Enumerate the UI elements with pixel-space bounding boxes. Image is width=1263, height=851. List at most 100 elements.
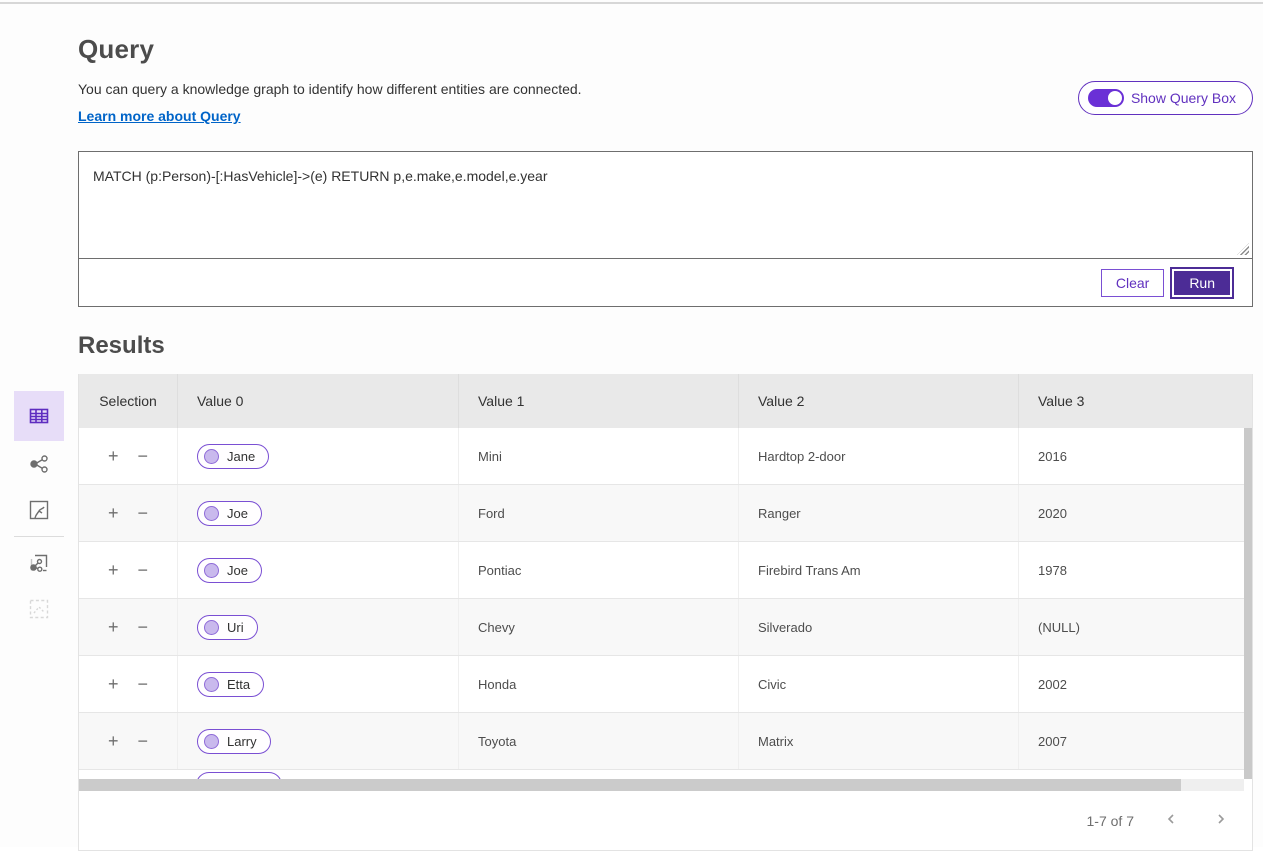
make-cell: Mini — [459, 428, 739, 484]
link-chart-icon — [27, 452, 51, 476]
remove-from-selection-button[interactable]: − — [136, 616, 151, 638]
chevron-left-icon — [1164, 812, 1178, 829]
pagination-range-label: 1-7 of 7 — [1087, 813, 1134, 829]
previous-page-button[interactable] — [1158, 808, 1184, 833]
model-cell: Ranger — [739, 485, 1019, 541]
next-page-button[interactable] — [1208, 808, 1234, 833]
year-cell: (NULL) — [1019, 599, 1252, 655]
query-input[interactable]: MATCH (p:Person)-[:HasVehicle]->(e) RETU… — [79, 152, 1252, 258]
model-cell: Silverado — [739, 599, 1019, 655]
add-to-selection-button[interactable]: + — [106, 616, 121, 638]
column-header-value1[interactable]: Value 1 — [459, 374, 739, 428]
learn-more-link[interactable]: Learn more about Query — [78, 108, 241, 124]
column-header-value0[interactable]: Value 0 — [178, 374, 459, 428]
map-icon — [28, 499, 50, 521]
entity-pill — [196, 772, 282, 779]
entity-pill[interactable]: Joe — [197, 501, 262, 526]
dashed-selection-icon — [28, 598, 50, 620]
remove-from-selection-button[interactable]: − — [136, 730, 151, 752]
model-cell: Hardtop 2-door — [739, 428, 1019, 484]
entity-node-icon — [204, 506, 219, 521]
sidebar-item-selection-view — [14, 586, 64, 632]
sidebar-item-table-view[interactable] — [14, 391, 64, 441]
model-cell: Matrix — [739, 713, 1019, 769]
table-row: + − Uri Chevy Silverado (NULL) — [79, 599, 1252, 656]
query-text: MATCH (p:Person)-[:HasVehicle]->(e) RETU… — [93, 168, 548, 184]
clear-button[interactable]: Clear — [1101, 269, 1164, 297]
entity-pill[interactable]: Jane — [197, 444, 269, 469]
toggle-switch-icon[interactable] — [1088, 89, 1124, 107]
column-header-selection[interactable]: Selection — [79, 374, 178, 428]
sidebar-divider — [14, 536, 64, 537]
entity-node-icon — [204, 734, 219, 749]
year-cell: 2002 — [1019, 656, 1252, 712]
year-cell: 2020 — [1019, 485, 1252, 541]
add-to-selection-button[interactable]: + — [106, 445, 121, 467]
vertical-scrollbar[interactable] — [1244, 428, 1252, 779]
query-page: Query You can query a knowledge graph to… — [0, 0, 1263, 847]
year-cell: 2007 — [1019, 713, 1252, 769]
model-cell: Firebird Trans Am — [739, 542, 1019, 598]
entity-label: Etta — [227, 677, 250, 692]
sidebar-item-new-link-chart[interactable] — [14, 540, 64, 586]
entity-pill[interactable]: Joe — [197, 558, 262, 583]
entity-node-icon — [204, 620, 219, 635]
year-cell: 2016 — [1019, 428, 1252, 484]
remove-from-selection-button[interactable]: − — [136, 673, 151, 695]
sidebar-item-link-chart-view[interactable] — [14, 441, 64, 487]
make-cell: Ford — [459, 485, 739, 541]
entity-label: Larry — [227, 734, 257, 749]
entity-pill[interactable]: Etta — [197, 672, 264, 697]
table-header: Selection Value 0 Value 1 Value 2 Value … — [79, 374, 1252, 428]
make-cell: Honda — [459, 656, 739, 712]
make-cell: Chevy — [459, 599, 739, 655]
remove-from-selection-button[interactable]: − — [136, 502, 151, 524]
results-table: Selection Value 0 Value 1 Value 2 Value … — [78, 374, 1253, 851]
add-to-selection-button[interactable]: + — [106, 559, 121, 581]
results-title: Results — [78, 332, 1253, 360]
main-content: Query You can query a knowledge graph to… — [78, 0, 1253, 851]
resize-handle-icon[interactable] — [1237, 243, 1249, 255]
show-query-box-toggle[interactable]: Show Query Box — [1078, 81, 1253, 115]
view-sidebar — [14, 391, 64, 632]
add-to-selection-button[interactable]: + — [106, 673, 121, 695]
column-header-value3[interactable]: Value 3 — [1019, 374, 1252, 428]
table-icon — [27, 404, 51, 428]
sidebar-item-map-view[interactable] — [14, 487, 64, 533]
entity-pill[interactable]: Uri — [197, 615, 258, 640]
table-footer: 1-7 of 7 — [79, 791, 1252, 850]
toggle-label: Show Query Box — [1131, 90, 1236, 106]
add-to-selection-button[interactable]: + — [106, 502, 121, 524]
remove-from-selection-button[interactable]: − — [136, 559, 151, 581]
make-cell: Pontiac — [459, 542, 739, 598]
table-row: + − Etta Honda Civic 2002 — [79, 656, 1252, 713]
map-link-chart-icon — [27, 551, 51, 575]
year-cell: 1978 — [1019, 542, 1252, 598]
chevron-right-icon — [1214, 812, 1228, 829]
table-row: + − Joe Pontiac Firebird Trans Am 1978 — [79, 542, 1252, 599]
horizontal-scrollbar-thumb[interactable] — [79, 779, 1181, 791]
run-button[interactable]: Run — [1172, 269, 1232, 297]
entity-node-icon — [204, 563, 219, 578]
table-row: + − Larry Toyota Matrix 2007 — [79, 713, 1252, 770]
query-actions-bar: Clear Run — [79, 258, 1252, 306]
add-to-selection-button[interactable]: + — [106, 730, 121, 752]
query-description: You can query a knowledge graph to ident… — [78, 81, 1253, 97]
entity-label: Joe — [227, 563, 248, 578]
entity-node-icon — [204, 449, 219, 464]
entity-label: Jane — [227, 449, 255, 464]
entity-label: Joe — [227, 506, 248, 521]
table-row: + − Jane Mini Hardtop 2-door 2016 — [79, 428, 1252, 485]
page-title: Query — [78, 34, 1253, 65]
make-cell: Toyota — [459, 713, 739, 769]
table-row-clipped — [79, 770, 1252, 779]
scrollbar-corner — [1244, 779, 1252, 791]
query-box: MATCH (p:Person)-[:HasVehicle]->(e) RETU… — [78, 151, 1253, 307]
column-header-value2[interactable]: Value 2 — [739, 374, 1019, 428]
horizontal-scrollbar-track[interactable] — [79, 779, 1252, 791]
entity-pill[interactable]: Larry — [197, 729, 271, 754]
table-body: + − Jane Mini Hardtop 2-door 2016 + − Jo… — [79, 428, 1252, 779]
entity-label: Uri — [227, 620, 244, 635]
remove-from-selection-button[interactable]: − — [136, 445, 151, 467]
model-cell: Civic — [739, 656, 1019, 712]
